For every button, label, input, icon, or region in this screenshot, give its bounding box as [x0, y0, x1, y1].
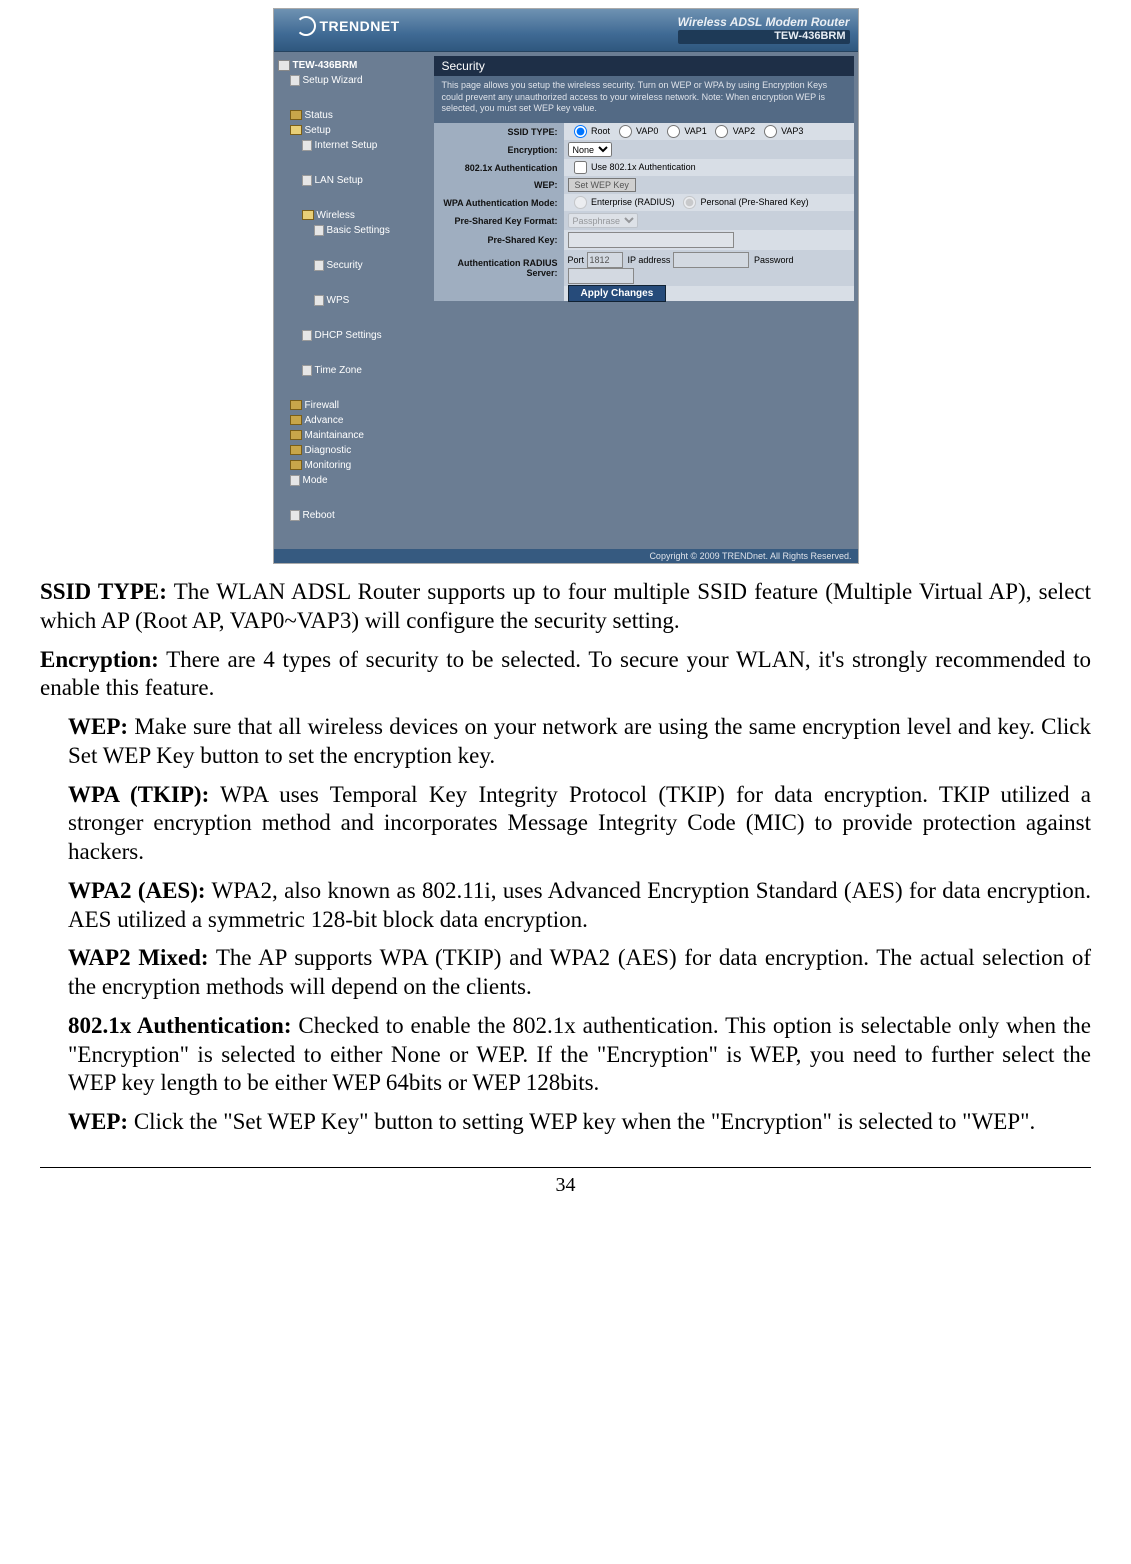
tree-item[interactable]: WPS — [278, 293, 1131, 328]
tree-item[interactable]: Basic Settings — [278, 223, 1131, 258]
psk-fmt-select[interactable]: Passphrase — [568, 213, 638, 228]
tree-item[interactable]: Wireless — [278, 208, 426, 223]
tree-item[interactable]: Diagnostic — [278, 443, 426, 458]
ssid-radio-label: VAP2 — [730, 126, 757, 136]
ssid-radio-label: VAP1 — [682, 126, 709, 136]
tree-item[interactable]: Reboot — [278, 508, 1131, 543]
document-body: SSID TYPE: The WLAN ADSL Router supports… — [40, 578, 1091, 1137]
ssid-radio-label: Root — [589, 126, 613, 136]
tree-item[interactable]: Internet Setup — [278, 138, 1131, 173]
ssid-radio[interactable] — [619, 125, 632, 138]
ssid-radio[interactable] — [574, 125, 587, 138]
product-id: Wireless ADSL Modem Router TEW-436BRM — [678, 15, 850, 44]
brand-logo: TRENDNET — [296, 16, 400, 36]
tree-item[interactable]: Time Zone — [278, 363, 1131, 398]
ssid-radio-label: VAP0 — [634, 126, 661, 136]
header-band: TRENDNET Wireless ADSL Modem Router TEW-… — [274, 9, 858, 52]
para-wpa2-aes: WPA2 (AES): WPA2, also known as 802.11i,… — [40, 877, 1091, 935]
para-ssid-type: SSID TYPE: The WLAN ADSL Router supports… — [40, 578, 1091, 636]
page-footer: 34 — [40, 1167, 1091, 1197]
ssid-radio[interactable] — [764, 125, 777, 138]
para-wpa-tkip: WPA (TKIP): WPA uses Temporal Key Integr… — [40, 781, 1091, 867]
tree-item[interactable]: Status — [278, 108, 426, 123]
tree-root[interactable]: TEW-436BRM — [278, 58, 426, 73]
ssid-radio-label: VAP3 — [779, 126, 804, 136]
router-security-screenshot: TRENDNET Wireless ADSL Modem Router TEW-… — [273, 8, 859, 564]
tree-item[interactable]: Security — [278, 258, 1131, 293]
tree-item[interactable]: Mode — [278, 473, 1131, 508]
product-line: Wireless ADSL Modem Router — [678, 15, 850, 29]
tree-item[interactable]: LAN Setup — [278, 173, 1131, 208]
tree-item[interactable]: Maintainance — [278, 428, 426, 443]
tree-item[interactable]: Advance — [278, 413, 426, 428]
product-model: TEW-436BRM — [678, 30, 850, 43]
para-encryption: Encryption: There are 4 types of securit… — [40, 646, 1091, 704]
para-wep-btn: WEP: Click the "Set WEP Key" button to s… — [40, 1108, 1091, 1137]
tree-item[interactable]: DHCP Settings — [278, 328, 1131, 363]
ssid-radio[interactable] — [715, 125, 728, 138]
swirl-icon — [296, 16, 316, 36]
tree-item[interactable]: Firewall — [278, 398, 426, 413]
para-wep: WEP: Make sure that all wireless devices… — [40, 713, 1091, 771]
brand-text: TRENDNET — [320, 18, 400, 34]
para-8021x: 802.1x Authentication: Checked to enable… — [40, 1012, 1091, 1098]
tree-item[interactable]: Setup — [278, 123, 426, 138]
para-wap2-mixed: WAP2 Mixed: The AP supports WPA (TKIP) a… — [40, 944, 1091, 1002]
tree-item[interactable]: Monitoring — [278, 458, 426, 473]
copyright: Copyright © 2009 TRENDnet. All Rights Re… — [274, 549, 858, 563]
ssid-radio[interactable] — [667, 125, 680, 138]
body-area: TEW-436BRMSetup WizardStatusSetupInterne… — [274, 52, 858, 549]
page-number: 34 — [556, 1174, 576, 1196]
nav-tree: TEW-436BRMSetup WizardStatusSetupInterne… — [274, 52, 430, 549]
tree-item[interactable]: Setup Wizard — [278, 73, 1131, 108]
